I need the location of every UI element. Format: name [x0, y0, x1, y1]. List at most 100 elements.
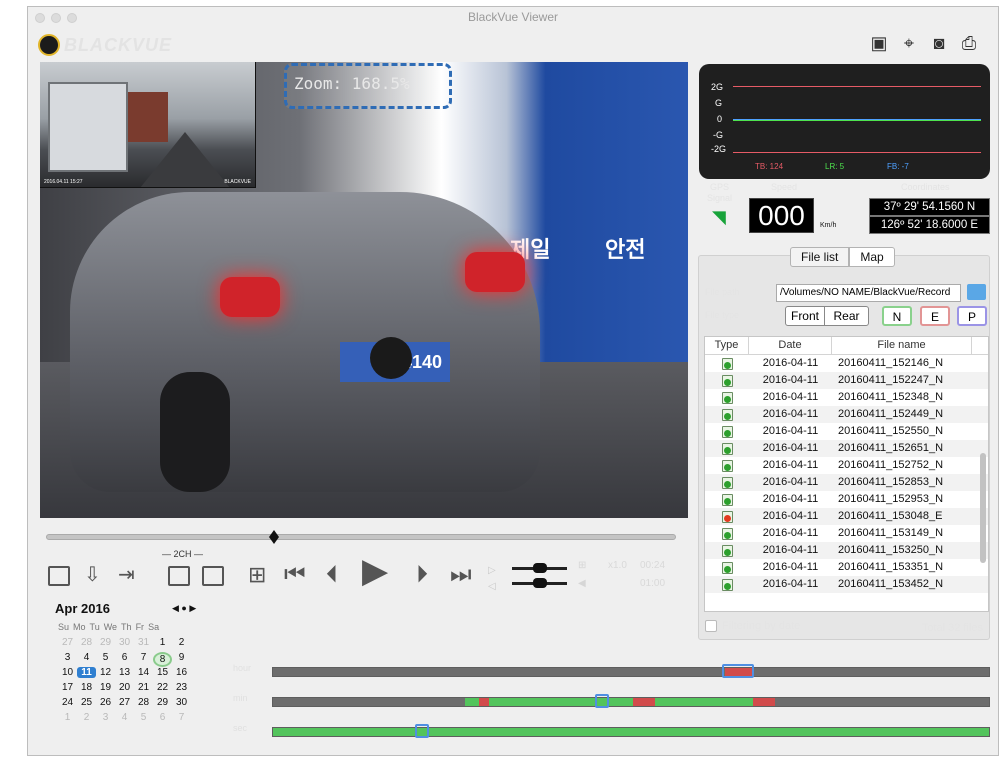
- calendar-day[interactable]: 4: [115, 712, 134, 723]
- calendar-day[interactable]: 24: [58, 697, 77, 708]
- normal-filter-toggle[interactable]: N: [882, 306, 912, 326]
- hour-timeline-marker[interactable]: [722, 664, 754, 678]
- file-row[interactable]: 2016-04-11 20160411_153351_N: [705, 559, 988, 576]
- playback-progress[interactable]: [46, 530, 676, 544]
- volume-slider-knob[interactable]: [533, 578, 547, 588]
- file-row[interactable]: 2016-04-11 20160411_152348_N: [705, 389, 988, 406]
- hour-timeline[interactable]: [272, 664, 990, 678]
- calendar-day[interactable]: 22: [153, 682, 172, 693]
- file-row[interactable]: 2016-04-11 20160411_152449_N: [705, 406, 988, 423]
- calendar-day[interactable]: 27: [58, 637, 77, 648]
- play-icon[interactable]: ▶: [362, 554, 388, 588]
- fullscreen-icon[interactable]: [48, 566, 70, 586]
- volume-slider[interactable]: [512, 578, 567, 588]
- file-row[interactable]: 2016-04-11 20160411_152550_N: [705, 423, 988, 440]
- calendar-day[interactable]: 27: [115, 697, 134, 708]
- gps-target-icon[interactable]: ⌖: [898, 32, 920, 54]
- filter-by-date-checkbox[interactable]: [705, 620, 717, 632]
- calendar-day[interactable]: 6: [153, 712, 172, 723]
- video-player[interactable]: 제일 안전 4140 2016.04.11 15:27 BLACKVUE: [40, 62, 688, 518]
- speed-slider[interactable]: [512, 563, 567, 573]
- calendar-day[interactable]: 30: [115, 637, 134, 648]
- tab-file-list[interactable]: File list: [790, 247, 850, 267]
- pip-mode-icon[interactable]: [168, 566, 190, 586]
- col-file-name[interactable]: File name: [832, 337, 972, 354]
- minute-timeline[interactable]: [272, 694, 990, 708]
- progress-knob[interactable]: [268, 530, 279, 544]
- calendar-day[interactable]: 1: [153, 637, 172, 648]
- download-icon[interactable]: ⇩: [84, 562, 101, 588]
- calendar-day[interactable]: 7: [134, 652, 153, 667]
- calendar-day[interactable]: 14: [134, 667, 153, 678]
- rear-camera-pip[interactable]: 2016.04.11 15:27 BLACKVUE: [40, 62, 256, 188]
- tab-map[interactable]: Map: [849, 247, 895, 267]
- file-row[interactable]: 2016-04-11 20160411_153250_N: [705, 542, 988, 559]
- calendar-day[interactable]: 2: [77, 712, 96, 723]
- speed-slider-knob[interactable]: [533, 563, 547, 573]
- calendar-day[interactable]: 11: [77, 667, 96, 678]
- calendar-day[interactable]: 3: [58, 652, 77, 667]
- date-filter[interactable]: Filtering by date: [705, 620, 800, 632]
- calendar-nav[interactable]: ◀ ● ▶: [172, 603, 196, 614]
- calendar-day[interactable]: 4: [77, 652, 96, 667]
- calendar-day[interactable]: 25: [77, 697, 96, 708]
- calendar-day[interactable]: 19: [96, 682, 115, 693]
- print-icon[interactable]: ⎙: [958, 32, 980, 54]
- calendar-day[interactable]: 28: [77, 637, 96, 648]
- calendar-day[interactable]: 8: [153, 652, 172, 667]
- calendar-day[interactable]: 29: [153, 697, 172, 708]
- second-timeline[interactable]: [272, 724, 990, 738]
- calendar-day[interactable]: 15: [153, 667, 172, 678]
- minimize-window-button[interactable]: [51, 13, 61, 23]
- file-path-field[interactable]: /Volumes/NO NAME/BlackVue/Record: [776, 284, 961, 302]
- last-file-icon[interactable]: ⏭: [450, 562, 472, 588]
- file-row[interactable]: 2016-04-11 20160411_152247_N: [705, 372, 988, 389]
- calendar-day[interactable]: 23: [172, 682, 191, 693]
- calendar-day[interactable]: 5: [134, 712, 153, 723]
- calendar-day[interactable]: 16: [172, 667, 191, 678]
- calendar-day[interactable]: 6: [115, 652, 134, 667]
- split-view-icon[interactable]: ⊞: [248, 562, 266, 588]
- calendar-day[interactable]: 28: [134, 697, 153, 708]
- calendar-day[interactable]: 30: [172, 697, 191, 708]
- parking-filter-toggle[interactable]: P: [957, 306, 987, 326]
- file-list-scrollbar[interactable]: [980, 453, 986, 563]
- calendar-day[interactable]: 5: [96, 652, 115, 667]
- calendar-day[interactable]: 1: [58, 712, 77, 723]
- rear-toggle[interactable]: Rear: [824, 306, 869, 326]
- close-window-button[interactable]: [35, 13, 45, 23]
- swap-camera-icon[interactable]: [202, 566, 224, 586]
- calendar-day[interactable]: 9: [172, 652, 191, 667]
- file-row[interactable]: 2016-04-11 20160411_153048_E: [705, 508, 988, 525]
- minute-timeline-marker[interactable]: [595, 694, 609, 708]
- second-timeline-marker[interactable]: [415, 724, 429, 738]
- export-icon[interactable]: ⇥: [118, 562, 135, 588]
- file-row[interactable]: 2016-04-11 20160411_153452_N: [705, 576, 988, 593]
- calendar-day[interactable]: 17: [58, 682, 77, 693]
- camera-icon[interactable]: ◙: [928, 32, 950, 54]
- file-row[interactable]: 2016-04-11 20160411_152853_N: [705, 474, 988, 491]
- col-date[interactable]: Date: [749, 337, 832, 354]
- calendar-day[interactable]: 13: [115, 667, 134, 678]
- calendar-day[interactable]: 10: [58, 667, 77, 678]
- calendar-day[interactable]: 7: [172, 712, 191, 723]
- calendar-day[interactable]: 2: [172, 637, 191, 648]
- calendar-day[interactable]: 26: [96, 697, 115, 708]
- calendar-day[interactable]: 29: [96, 637, 115, 648]
- calendar-day[interactable]: 3: [96, 712, 115, 723]
- next-frame-icon[interactable]: ⏵: [416, 562, 428, 588]
- calendar-day[interactable]: 20: [115, 682, 134, 693]
- file-row[interactable]: 2016-04-11 20160411_152953_N: [705, 491, 988, 508]
- front-toggle[interactable]: Front: [785, 306, 825, 326]
- first-file-icon[interactable]: ⏮: [284, 562, 306, 588]
- zoom-window-button[interactable]: [67, 13, 77, 23]
- calendar-day[interactable]: 18: [77, 682, 96, 693]
- folder-icon[interactable]: [967, 284, 986, 300]
- previous-frame-icon[interactable]: ⏴: [326, 562, 338, 588]
- calendar-day[interactable]: 12: [96, 667, 115, 678]
- sd-card-icon[interactable]: ▣: [868, 32, 890, 54]
- file-row[interactable]: 2016-04-11 20160411_152146_N: [705, 355, 988, 372]
- file-row[interactable]: 2016-04-11 20160411_153149_N: [705, 525, 988, 542]
- event-filter-toggle[interactable]: E: [920, 306, 950, 326]
- col-type[interactable]: Type: [705, 337, 749, 354]
